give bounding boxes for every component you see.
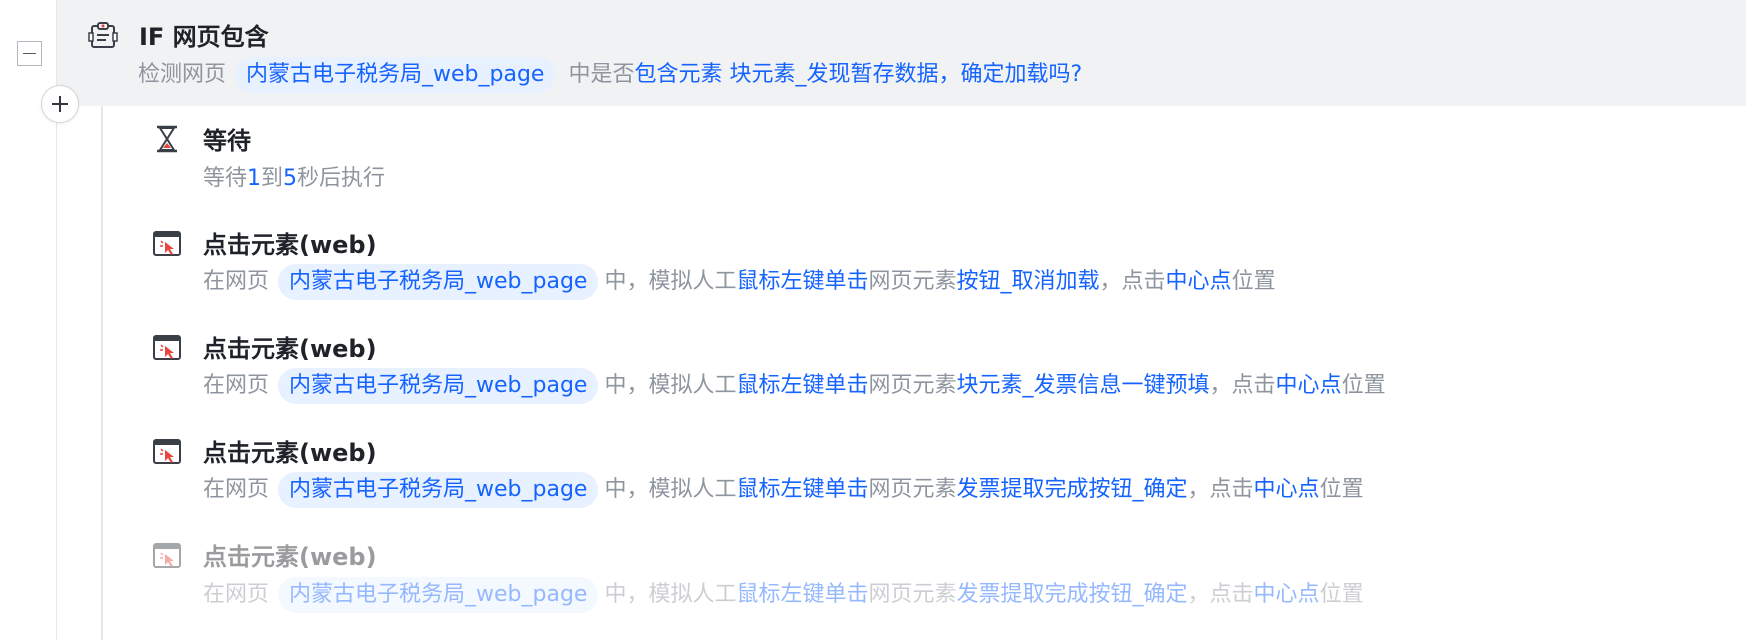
desc-suffix: 位置	[1319, 582, 1364, 607]
click-step-description: 在网页 内蒙古电子税务局_web_page 中，模拟人工鼠标左键单击网页元素块元素…	[203, 368, 1386, 404]
desc-mid: 中，模拟人工	[604, 477, 737, 502]
wait-min-value[interactable]: 1	[247, 166, 261, 191]
desc-mid: 网页元素	[868, 477, 957, 502]
browser-click-icon	[153, 439, 181, 464]
click-step-description: 在网页 内蒙古电子税务局_web_page 中，模拟人工鼠标左键单击网页元素按钮_…	[203, 264, 1276, 300]
browser-click-icon	[153, 231, 181, 256]
click-step-description: 在网页 内蒙古电子税务局_web_page 中，模拟人工鼠标左键单击网页元素发票提…	[203, 472, 1364, 508]
desc-prefix: 检测网页	[138, 62, 227, 87]
desc-prefix: 在网页	[203, 477, 270, 502]
desc-suffix: 位置	[1341, 373, 1386, 398]
desc-suffix: 位置	[1319, 477, 1364, 502]
if-step-description: 检测网页 内蒙古电子税务局_web_page 中是否包含元素 块元素_发现暂存数…	[138, 57, 1082, 93]
hourglass-icon	[157, 125, 177, 153]
desc-mid: 中是否	[568, 62, 635, 87]
browser-click-icon	[153, 543, 181, 568]
wait-suffix: 秒后执行	[297, 166, 386, 191]
page-chip[interactable]: 内蒙古电子税务局_web_page	[278, 577, 599, 613]
element-value[interactable]: 发票提取完成按钮_确定	[957, 582, 1188, 607]
desc-suffix: 位置	[1231, 269, 1276, 294]
click-step-description: 在网页 内蒙古电子税务局_web_page 中，模拟人工鼠标左键单击网页元素发票提…	[203, 577, 1364, 613]
desc-prefix: 在网页	[203, 373, 270, 398]
desc-prefix: 在网页	[203, 269, 270, 294]
action-value[interactable]: 鼠标左键单击	[736, 477, 868, 502]
desc-mid: ，点击	[1209, 373, 1276, 398]
desc-prefix: 在网页	[203, 582, 270, 607]
action-value[interactable]: 鼠标左键单击	[736, 582, 868, 607]
page-chip[interactable]: 内蒙古电子税务局_web_page	[278, 368, 599, 404]
collapse-button[interactable]	[17, 41, 42, 66]
desc-mid: ，点击	[1099, 269, 1166, 294]
wait-prefix: 等待	[203, 166, 248, 191]
element-value[interactable]: 块元素_发现暂存数据，确定加载吗?	[730, 62, 1083, 87]
desc-mid: 网页元素	[868, 582, 957, 607]
click-step-title: 点击元素(web)	[203, 231, 377, 259]
page-chip[interactable]: 内蒙古电子税务局_web_page	[235, 57, 556, 93]
action-value[interactable]: 鼠标左键单击	[736, 269, 868, 294]
wait-step-title: 等待	[203, 127, 251, 155]
condition-value[interactable]: 包含元素	[634, 62, 722, 87]
position-value[interactable]: 中心点	[1254, 477, 1320, 502]
desc-mid: 中，模拟人工	[604, 269, 737, 294]
position-value[interactable]: 中心点	[1276, 373, 1342, 398]
desc-mid: 中，模拟人工	[604, 373, 737, 398]
add-step-button[interactable]	[41, 85, 79, 123]
desc-mid: 中，模拟人工	[604, 582, 737, 607]
click-step-title: 点击元素(web)	[203, 335, 377, 363]
page-chip[interactable]: 内蒙古电子税务局_web_page	[278, 264, 599, 300]
click-step-title: 点击元素(web)	[203, 543, 377, 571]
desc-mid: ，点击	[1187, 582, 1254, 607]
position-value[interactable]: 中心点	[1254, 582, 1320, 607]
clipboard-check-icon	[88, 22, 118, 48]
flow-editor-canvas: IF 网页包含 检测网页 内蒙古电子税务局_web_page 中是否包含元素 块…	[0, 0, 1746, 640]
element-value[interactable]: 按钮_取消加载	[957, 269, 1100, 294]
page-chip[interactable]: 内蒙古电子税务局_web_page	[278, 472, 599, 508]
browser-click-icon	[153, 335, 181, 360]
desc-mid: 网页元素	[868, 373, 957, 398]
action-value[interactable]: 鼠标左键单击	[736, 373, 868, 398]
desc-mid: 网页元素	[868, 269, 957, 294]
inner-rail-line	[101, 106, 103, 640]
desc-mid: ，点击	[1187, 477, 1254, 502]
element-value[interactable]: 块元素_发票信息一键预填	[957, 373, 1210, 398]
wait-to: 到	[261, 166, 284, 191]
position-value[interactable]: 中心点	[1166, 269, 1232, 294]
wait-max-value[interactable]: 5	[283, 166, 297, 191]
click-step-title: 点击元素(web)	[203, 439, 377, 467]
element-value[interactable]: 发票提取完成按钮_确定	[957, 477, 1188, 502]
if-step-title: IF 网页包含	[139, 23, 269, 51]
wait-step-description: 等待1到5秒后执行	[203, 161, 385, 197]
